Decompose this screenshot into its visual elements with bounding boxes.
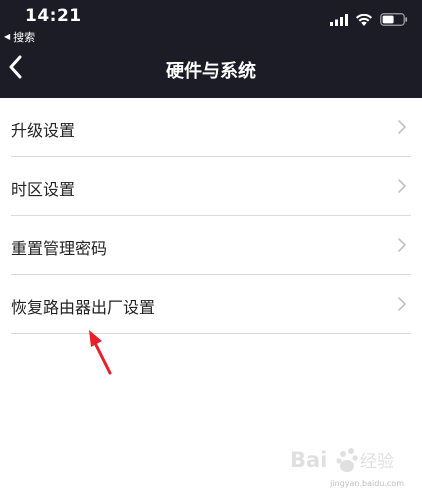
list-item-label: 升级设置 xyxy=(11,121,76,140)
chevron-right-icon xyxy=(398,238,406,252)
svg-text:经验: 经验 xyxy=(360,452,394,472)
back-triangle-icon: ◀ xyxy=(4,32,11,41)
list-item-label: 重置管理密码 xyxy=(11,239,108,258)
watermark-logo-icon: Bai 经验 xyxy=(290,448,394,472)
annotation-arrow-icon xyxy=(89,330,112,375)
settings-list: 升级设置 时区设置 重置管理密码 恢复路由器出厂设置 xyxy=(0,98,422,334)
back-to-app-link[interactable]: ◀ 搜索 xyxy=(4,29,35,45)
header-bar: 14:21 ◀ 搜索 硬件与系统 xyxy=(0,0,422,98)
timezone-settings-item[interactable]: 时区设置 xyxy=(11,157,411,216)
screen: 14:21 ◀ 搜索 硬件与系统 升级设置 时区设置 重置管理密码 恢复路由器出… xyxy=(0,0,422,494)
signal-icon xyxy=(330,13,348,26)
factory-reset-item[interactable]: 恢复路由器出厂设置 xyxy=(11,275,411,334)
chevron-right-icon xyxy=(398,179,406,193)
status-icons xyxy=(330,13,408,26)
list-item-label: 时区设置 xyxy=(11,180,76,199)
upgrade-settings-item[interactable]: 升级设置 xyxy=(11,98,411,157)
list-item-label: 恢复路由器出厂设置 xyxy=(11,298,156,317)
chevron-left-icon xyxy=(9,55,22,79)
back-button[interactable] xyxy=(0,50,30,84)
battery-icon xyxy=(380,13,408,26)
chevron-right-icon xyxy=(398,297,406,311)
wifi-icon xyxy=(356,13,372,26)
svg-text:Bai: Bai xyxy=(290,448,327,472)
status-time: 14:21 xyxy=(25,6,82,26)
back-to-app-label: 搜索 xyxy=(13,31,36,44)
chevron-right-icon xyxy=(398,120,406,134)
watermark-subtext: jingyan.baidu.com xyxy=(330,479,404,488)
page-title: 硬件与系统 xyxy=(166,61,256,82)
reset-admin-password-item[interactable]: 重置管理密码 xyxy=(11,216,411,275)
